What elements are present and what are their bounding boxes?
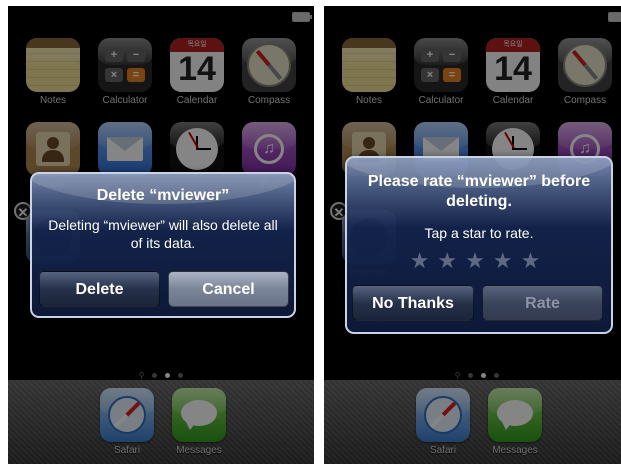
alert-title: Delete “mviewer” bbox=[96, 187, 230, 204]
star-rating[interactable]: ★★★★★ bbox=[347, 248, 611, 274]
left-phone-screen: Notes + − × = Calculator 목요일 14 Calendar… bbox=[8, 6, 314, 464]
alert-title: Please rate “mviewer” before deleting. bbox=[367, 173, 591, 210]
rate-alert: Please rate “mviewer” before deleting. T… bbox=[345, 156, 613, 334]
no-thanks-button[interactable]: No Thanks bbox=[352, 285, 474, 321]
right-phone-screen: Notes + − × = Calculator 목요일 14 Calendar… bbox=[324, 6, 621, 464]
alert-message: Tap a star to rate. bbox=[424, 225, 534, 241]
rate-button[interactable]: Rate bbox=[482, 285, 603, 321]
delete-alert: Delete “mviewer” Deleting “mviewer” will… bbox=[30, 172, 296, 318]
delete-button[interactable]: Delete bbox=[39, 271, 160, 307]
alert-message: Deleting “mviewer” will also delete all … bbox=[48, 217, 278, 251]
cancel-button[interactable]: Cancel bbox=[168, 271, 289, 307]
